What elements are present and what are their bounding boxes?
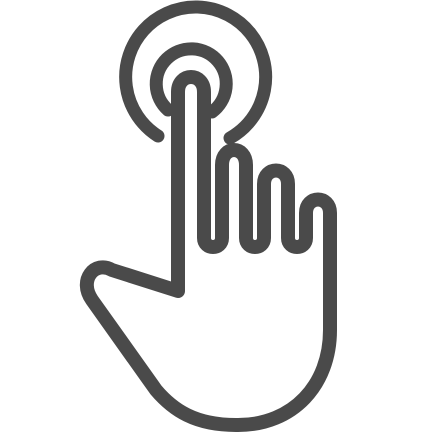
hand-outline xyxy=(79,70,337,432)
icon-canvas xyxy=(0,0,440,440)
tap-gesture-icon xyxy=(0,0,440,440)
